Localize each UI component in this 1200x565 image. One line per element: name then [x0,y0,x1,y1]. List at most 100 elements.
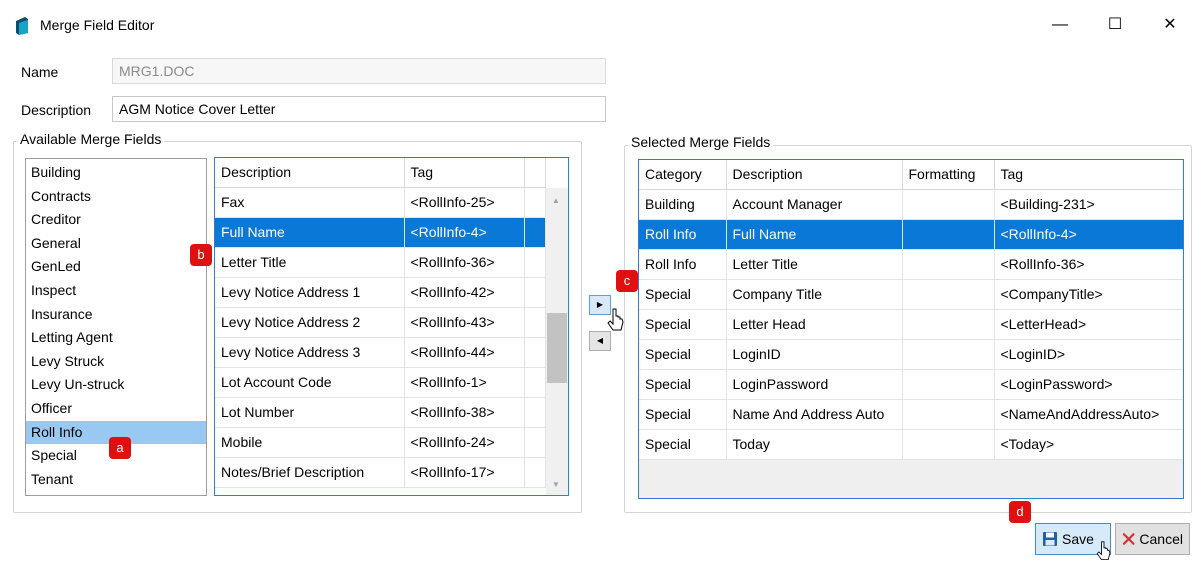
cell-category: Special [639,369,727,400]
cell-tag: <RollInfo-36> [404,247,525,278]
category-item[interactable]: Contracts [26,185,206,209]
cell-tag: <Today> [994,429,1183,460]
category-item[interactable]: Insurance [26,303,206,327]
cell-tag: <RollInfo-17> [404,457,525,488]
cell-tag: <Building-231> [994,189,1183,220]
available-fields-grid[interactable]: Description Tag Fax <RollInfo-25> Full Nam… [214,157,569,496]
cell-tag: <RollInfo-4> [404,217,525,248]
cell-tag: <CompanyTitle> [994,279,1183,310]
minimize-button[interactable]: — [1049,14,1071,36]
remove-field-button[interactable]: ◀ [589,331,611,351]
cell-filler [524,247,546,278]
cell-category: Special [639,399,727,430]
column-header-category[interactable]: Category [639,160,727,190]
cell-tag: <RollInfo-42> [404,277,525,308]
column-header-tag[interactable]: Tag [404,158,525,188]
category-item[interactable]: Levy Struck [26,350,206,374]
category-item[interactable]: Letting Agent [26,326,206,350]
cancel-button[interactable]: Cancel [1115,523,1190,555]
cell-tag: <LoginPassword> [994,369,1183,400]
cell-description: Company Title [726,279,903,310]
cell-filler [524,427,546,458]
cell-description: Levy Notice Address 1 [215,277,405,308]
cell-formatting [902,249,995,280]
cell-tag: <RollInfo-4> [994,219,1183,250]
table-row[interactable]: Letter Title <RollInfo-36> [215,247,546,278]
arrow-left-icon: ◀ [596,336,604,345]
category-item[interactable]: GenLed [26,255,206,279]
table-row[interactable]: Special Today <Today> [639,429,1183,460]
cell-description: Levy Notice Address 3 [215,337,405,368]
cell-description: Lot Account Code [215,367,405,398]
column-header-tag[interactable]: Tag [994,160,1183,190]
scroll-down-icon[interactable]: ▼ [552,480,560,489]
table-row[interactable]: Notes/Brief Description <RollInfo-17> [215,457,546,488]
category-item[interactable]: General [26,232,206,256]
table-row[interactable]: Lot Number <RollInfo-38> [215,397,546,428]
table-row[interactable]: Building Account Manager <Building-231> [639,189,1183,220]
name-label: Name [21,64,59,80]
description-field[interactable]: AGM Notice Cover Letter [112,96,606,122]
cell-description: Notes/Brief Description [215,457,405,488]
category-item[interactable]: Inspect [26,279,206,303]
cell-description: Letter Head [726,309,903,340]
table-row[interactable]: Full Name <RollInfo-4> [215,217,546,248]
save-label: Save [1062,531,1094,547]
table-row[interactable]: Lot Account Code <RollInfo-1> [215,367,546,398]
category-item[interactable]: Tenant [26,468,206,492]
table-row[interactable]: Roll Info Full Name <RollInfo-4> [639,219,1183,250]
cell-description: Lot Number [215,397,405,428]
callout-badge-c: c [616,270,638,292]
cell-description: Full Name [726,219,903,250]
table-row[interactable]: Mobile <RollInfo-24> [215,427,546,458]
cell-formatting [902,369,995,400]
cell-formatting [902,309,995,340]
column-header-description[interactable]: Description [726,160,903,190]
maximize-button[interactable]: ☐ [1104,14,1126,36]
table-row[interactable]: Levy Notice Address 1 <RollInfo-42> [215,277,546,308]
cell-formatting [902,399,995,430]
table-row[interactable]: Levy Notice Address 2 <RollInfo-43> [215,307,546,338]
category-item[interactable]: Creditor [26,208,206,232]
arrow-right-icon: ▶ [596,300,604,309]
table-row[interactable]: Special Name And Address Auto <NameAndAddr… [639,399,1183,430]
cell-tag: <RollInfo-1> [404,367,525,398]
cell-formatting [902,429,995,460]
table-row[interactable]: Special LoginID <LoginID> [639,339,1183,370]
table-row[interactable]: Special Letter Head <LetterHead> [639,309,1183,340]
cell-filler [524,277,546,308]
description-label: Description [21,102,92,118]
category-item[interactable]: Levy Un-struck [26,373,206,397]
table-row[interactable]: Levy Notice Address 3 <RollInfo-44> [215,337,546,368]
selected-fields-grid[interactable]: Category Description Formatting Tag Buil… [638,159,1184,499]
table-row[interactable]: Special LoginPassword <LoginPassword> [639,369,1183,400]
callout-badge-d: d [1009,501,1031,523]
close-button[interactable]: ✕ [1159,14,1181,36]
scroll-up-icon[interactable]: ▲ [552,196,560,205]
name-field[interactable]: MRG1.DOC [112,58,606,84]
cell-tag: <RollInfo-36> [994,249,1183,280]
category-item[interactable]: Building [26,161,206,185]
column-header-formatting[interactable]: Formatting [902,160,995,190]
column-header-filler [524,158,546,188]
scrollbar-thumb[interactable] [547,313,567,383]
cell-tag: <NameAndAddressAuto> [994,399,1183,430]
available-grid-scrollbar[interactable]: ▲ ▼ [546,188,568,495]
table-row[interactable]: Fax <RollInfo-25> [215,187,546,218]
cell-filler [524,457,546,488]
cell-tag: <LoginID> [994,339,1183,370]
cell-category: Special [639,279,727,310]
category-item[interactable]: Officer [26,397,206,421]
cell-description: Letter Title [215,247,405,278]
callout-badge-a: a [109,437,131,459]
table-row[interactable]: Special Company Title <CompanyTitle> [639,279,1183,310]
cell-tag: <RollInfo-43> [404,307,525,338]
table-row[interactable]: Roll Info Letter Title <RollInfo-36> [639,249,1183,280]
x-cancel-icon [1122,533,1135,545]
column-header-description[interactable]: Description [215,158,405,188]
cell-description: LoginID [726,339,903,370]
cell-formatting [902,189,995,220]
app-logo-icon [16,17,28,35]
cell-category: Special [639,429,727,460]
cell-filler [524,337,546,368]
